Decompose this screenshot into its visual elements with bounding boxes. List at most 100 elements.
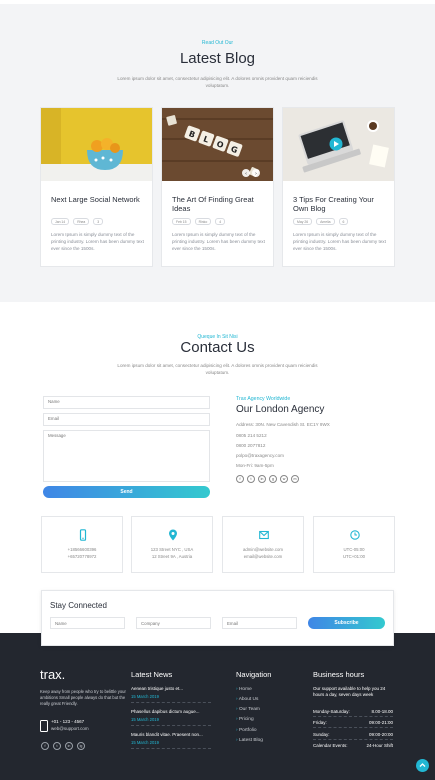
info-line: +65720778972 (67, 554, 97, 559)
hours-row: Calendar Events: 24-Hour Shift (313, 743, 393, 748)
footer-nav-pricing[interactable]: › Pricing (236, 717, 254, 722)
newsletter-title: Stay Connected (50, 601, 107, 610)
google-icon[interactable]: g (269, 475, 277, 483)
nav-label: Pricing (238, 717, 254, 722)
agency-title: Our London Agency (236, 404, 325, 415)
footer-nav-portfolio[interactable]: › Portfolio (236, 728, 257, 733)
latest-news-title: Latest News (131, 670, 173, 679)
blog-eyebrow: Read Out Our (201, 40, 234, 46)
news-item-title[interactable]: Mauris blandit vitae. Praesent non... (131, 732, 203, 738)
info-line: 123 Street NYC , USA (150, 547, 194, 552)
hours-intro: Our support available to help you 24 hou… (313, 686, 386, 698)
twitter-icon[interactable]: t (247, 475, 255, 483)
blog-card-excerpt: Lorem Ipsum is simply dummy text of the … (172, 232, 265, 251)
contact-title: Contact Us (180, 339, 255, 356)
info-line: email@website.com (243, 554, 283, 559)
agency-address: Address: 30N. New Cavendish St. EC1Y 9WX (236, 422, 330, 427)
twitter-icon[interactable]: t (53, 742, 61, 750)
divider (131, 748, 211, 749)
mail-icon[interactable]: m (291, 475, 299, 483)
hours-day: Monday-Saturday: (313, 709, 350, 714)
nav-label: About Us (238, 697, 259, 702)
hours-time: 09:00-20:00 (368, 732, 393, 737)
hours-day: Sunday: (313, 732, 330, 737)
linkedin-icon[interactable]: in (65, 742, 73, 750)
news-item-date: 15 March 2019 (131, 717, 159, 722)
blog-card-title[interactable]: 3 Tips For Creating Your Own Blog (293, 195, 388, 213)
blog-card-image[interactable]: B L O G ‹ › (162, 108, 273, 181)
footer-nav-team[interactable]: › Our Team (236, 707, 260, 712)
info-line: admin@website.com (243, 547, 283, 552)
newsletter-company-input[interactable]: Company (136, 617, 211, 629)
agency-phone-2: 0800 2077812 (236, 443, 266, 448)
blog-card-image[interactable] (41, 108, 152, 181)
svg-text:›: › (255, 171, 257, 177)
instagram-icon[interactable]: ig (77, 742, 85, 750)
hours-row: Monday-Saturday: 8.00-18.00 (313, 709, 393, 714)
hours-time: 8.00-18.00 (371, 709, 393, 714)
facebook-icon[interactable]: f (41, 742, 49, 750)
blog-card-title[interactable]: The Art Of Finding Great Ideas (172, 195, 267, 213)
blog-subtitle: Lorem ipsum dolor sit amet, consectetur … (117, 76, 318, 88)
contact-subtitle: Lorem ipsum dolor sit amet, consectetur … (117, 363, 318, 375)
hours-row: Friday: 09:00-21:00 (313, 720, 393, 725)
blog-card[interactable]: 3 Tips For Creating Your Own Blog May 26… (282, 107, 395, 267)
blog-card-meta: Jan 14 Rhea 3 (51, 218, 104, 225)
scroll-to-top-button[interactable] (416, 759, 429, 772)
newsletter-name-input[interactable]: Name (50, 617, 125, 629)
footer-logo[interactable]: trax. (40, 667, 65, 682)
author-chip[interactable]: Rinko (194, 218, 212, 225)
phone-icon (79, 529, 87, 541)
blog-card-title[interactable]: Next Large Social Network (51, 195, 146, 204)
hours-time: 24-Hour Shift (366, 743, 393, 748)
divider (313, 716, 393, 717)
footer-about: Keep away from people who try to belittl… (40, 689, 126, 706)
subscribe-button[interactable]: Subscribe (308, 617, 385, 629)
divider (131, 725, 211, 726)
whatsapp-icon[interactable]: w (280, 475, 288, 483)
name-input[interactable]: Name (43, 396, 210, 409)
blog-title: Latest Blog (179, 50, 256, 67)
blog-card-image[interactable] (283, 108, 394, 181)
author-chip[interactable]: Amelia (316, 218, 335, 225)
blog-card[interactable]: Next Large Social Network Jan 14 Rhea 3 … (40, 107, 153, 267)
linkedin-icon[interactable]: in (258, 475, 266, 483)
news-item-date: 15 March 2019 (131, 740, 159, 745)
newsletter-email-input[interactable]: Email (222, 617, 297, 629)
svg-text:‹: ‹ (245, 171, 247, 177)
info-box-location: 123 Street NYC , USA 12 Street 9A , Aust… (131, 516, 213, 573)
news-item-date: 15 March 2019 (131, 694, 159, 699)
news-item-title[interactable]: Aenean tristique justo et... (131, 686, 183, 692)
send-button[interactable]: Send (43, 486, 210, 498)
facebook-icon[interactable]: f (236, 475, 244, 483)
comments-chip[interactable]: 3 (93, 218, 104, 225)
message-textarea[interactable]: Message (43, 430, 210, 482)
nav-label: Home (238, 687, 252, 692)
author-chip[interactable]: Rhea (73, 218, 90, 225)
hours-row: Sunday: 09:00-20:00 (313, 732, 393, 737)
blog-card-meta: Feb 15 Rinko 4 (172, 218, 226, 225)
agency-email[interactable]: polpo@traxagency.com (236, 453, 284, 458)
blog-card-meta: May 26 Amelia 6 (293, 218, 349, 225)
comments-chip[interactable]: 4 (215, 218, 226, 225)
news-item-title[interactable]: Phasellus dapibus dictum augue... (131, 709, 200, 715)
hours-day: Calendar Events: (313, 743, 348, 748)
agency-eyebrow: Trax Agency Worldwide (236, 396, 291, 402)
chevron-up-icon (419, 763, 426, 767)
info-box-email: admin@website.com email@website.com (222, 516, 304, 573)
divider (313, 727, 393, 728)
info-box-phone: +18566600396 +65720778972 (41, 516, 123, 573)
blog-card[interactable]: B L O G ‹ › The Art Of Finding Great Ide… (161, 107, 274, 267)
divider (313, 739, 393, 740)
phone-icon (40, 720, 48, 732)
footer-nav-home[interactable]: › Home (236, 687, 252, 692)
footer-email[interactable]: web@support.com (51, 726, 89, 732)
email-input[interactable]: Email (43, 413, 210, 426)
footer-nav-about[interactable]: › About Us (236, 697, 258, 702)
footer (0, 633, 435, 780)
comments-chip[interactable]: 6 (338, 218, 349, 225)
date-chip: May 26 (293, 218, 313, 225)
info-line: UTC+01:00 (342, 554, 366, 559)
footer-nav-blog[interactable]: › Latest Blog (236, 738, 263, 743)
business-hours-title: Business hours (313, 670, 365, 679)
